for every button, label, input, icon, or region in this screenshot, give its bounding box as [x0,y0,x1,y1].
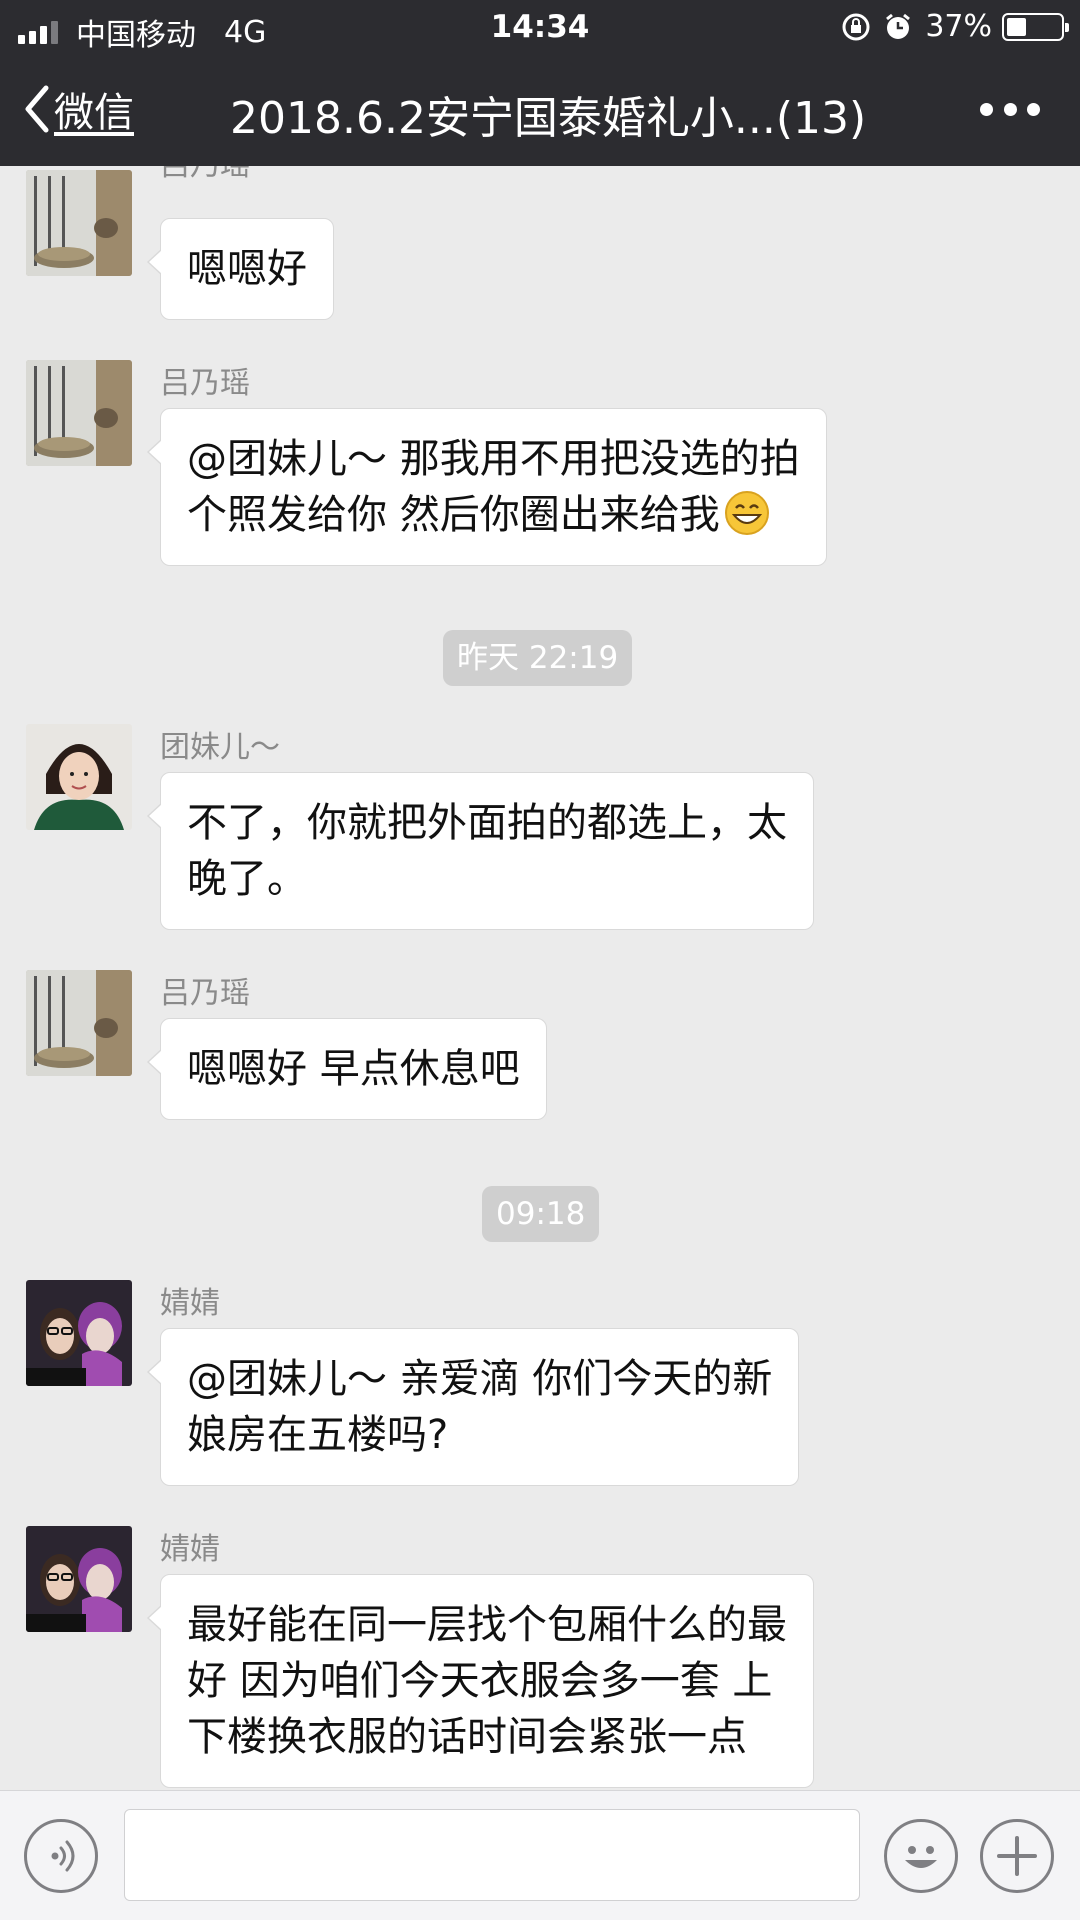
chat-area[interactable]: 吕乃瑶 嗯嗯好 吕乃瑶 @团妹儿～ 那我用不用把没选的拍 个照发给你 然后你圈出… [0,166,1080,1790]
battery-icon [1002,12,1069,41]
message-input[interactable] [124,1809,860,1901]
nav-bar: 微信 2018.6.2安宁国泰婚礼小...(13) [0,54,1080,166]
time-divider: 昨天 22:19 [443,630,633,686]
cat-photo-icon [26,970,132,1076]
message-bubble[interactable]: 不了，你就把外面拍的都选上，太 晚了。 [147,772,814,930]
emoji-button[interactable] [884,1819,958,1893]
rotation-lock-icon [842,13,870,40]
cat-photo-icon [26,360,132,466]
message-text: 个照发给你 然后你圈出来给我 [187,492,720,538]
avatar-lv-naiyao[interactable] [26,970,132,1076]
sender-name: 团妹儿～ [160,730,280,765]
sender-name: 婧婧 [160,1286,220,1321]
chevron-left-icon [25,85,49,133]
selfie-photo-icon [26,1526,132,1632]
message-text: 嗯嗯好 [187,246,307,292]
more-functions-button[interactable] [980,1819,1054,1893]
message-text: @团妹儿～ 那我用不用把没选的拍 [187,436,800,482]
message-bubble[interactable]: 最好能在同一层找个包厢什么的最 好 因为咱们今天衣服会多一套 上 下楼换衣服的话… [147,1574,814,1788]
voice-button[interactable] [24,1819,98,1893]
message-bubble[interactable]: @团妹儿～ 那我用不用把没选的拍 个照发给你 然后你圈出来给我 [147,408,827,566]
message-text: 娘房在五楼吗? [187,1412,449,1458]
emoji-icon [905,1846,937,1868]
time-divider: 09:18 [482,1186,600,1242]
message-text: 嗯嗯好 早点休息吧 [187,1046,520,1092]
avatar-jingjing[interactable] [26,1526,132,1632]
avatar-jingjing[interactable] [26,1280,132,1386]
cat-photo-icon [26,170,132,276]
status-bar: 中国移动 4G 14:34 37% [0,0,1080,54]
battery-fill [1007,17,1027,36]
alarm-icon [886,13,911,39]
message-text: 下楼换衣服的话时间会紧张一点 [187,1714,747,1760]
grinning-face-emoji [724,491,769,535]
chat-title: 2018.6.2安宁国泰婚礼小...(13) [230,93,867,144]
battery-percent: 37% [925,9,992,44]
message-text: 好 因为咱们今天衣服会多一套 上 [187,1658,773,1704]
sender-name: 婧婧 [160,1532,220,1567]
message-text: @团妹儿～ 亲爱滴 你们今天的新 [187,1356,773,1402]
message-bubble[interactable]: 嗯嗯好 早点休息吧 [147,1018,547,1120]
plus-icon [997,1836,1037,1876]
sender-name: 吕乃瑶 [160,976,250,1011]
message-bubble[interactable]: 嗯嗯好 [147,218,334,320]
sender-name: 吕乃瑶 [160,166,250,184]
avatar-lv-naiyao[interactable] [26,360,132,466]
back-button[interactable]: 微信 [22,80,134,138]
message-bubble[interactable]: @团妹儿～ 亲爱滴 你们今天的新 娘房在五楼吗? [146,1328,800,1486]
sender-name: 吕乃瑶 [160,366,250,401]
voice-icon [51,1840,75,1872]
selfie-photo-icon [26,1280,132,1386]
woman-photo-icon [26,724,132,830]
message-text: 最好能在同一层找个包厢什么的最 [187,1602,787,1648]
avatar-tuan-meier[interactable] [26,724,132,830]
input-bar [0,1790,1080,1920]
back-label: 微信 [54,90,134,136]
message-text: 晚了。 [187,856,307,902]
more-button[interactable] [980,94,1040,124]
avatar-lv-naiyao[interactable] [26,170,132,276]
top-bar: 中国移动 4G 14:34 37% 微信 2018.6.2安宁国泰婚礼小...(… [0,0,1080,166]
message-text: 不了，你就把外面拍的都选上，太 [187,800,787,846]
